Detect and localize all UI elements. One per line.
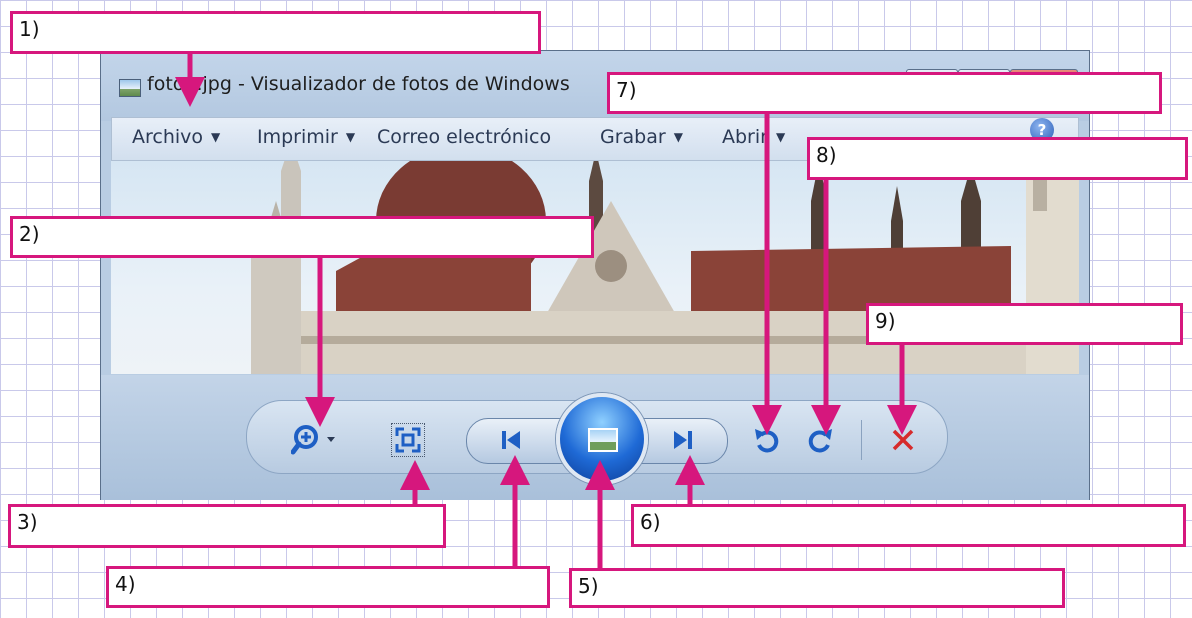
callout-8: 8) [807, 137, 1188, 180]
callout-1: 1) [10, 11, 541, 54]
callout-9: 9) [866, 303, 1183, 345]
callout-3: 3) [8, 504, 446, 548]
callout-5: 5) [569, 568, 1065, 608]
callout-7: 7) [607, 72, 1162, 114]
callout-4: 4) [106, 566, 550, 608]
callout-2: 2) [10, 216, 594, 258]
callout-6: 6) [631, 504, 1186, 547]
